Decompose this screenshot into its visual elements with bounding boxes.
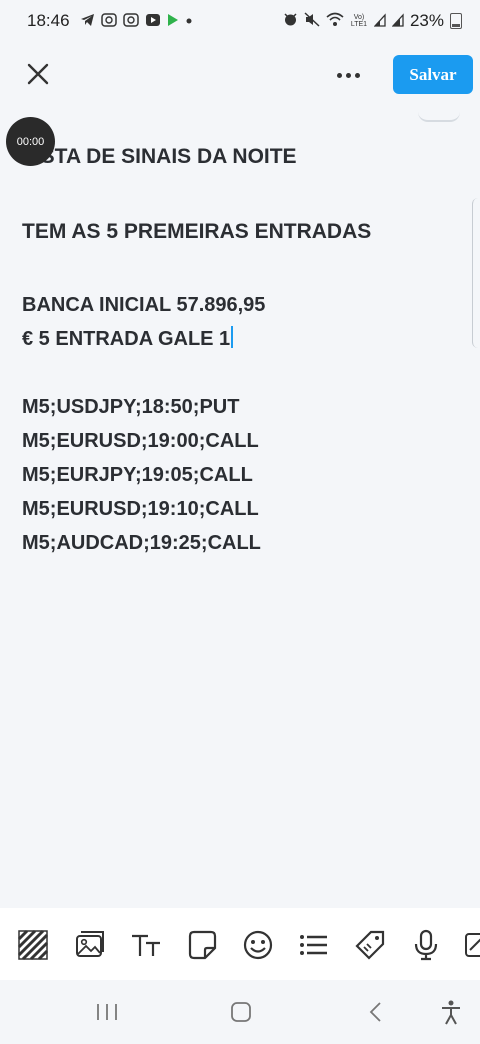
- emoji-icon[interactable]: [241, 928, 275, 962]
- status-left: 18:46: [27, 11, 193, 31]
- signal-line: M5;EURUSD;19:00;CALL: [22, 430, 259, 452]
- pattern-icon[interactable]: [16, 928, 50, 962]
- signal-line: M5;EURJPY;19:05;CALL: [22, 464, 253, 486]
- drawing-icon[interactable]: [462, 928, 480, 962]
- note-subtitle: TEM AS 5 PREMEIRAS ENTRADAS: [22, 220, 372, 243]
- signal-line: M5;EURUSD;19:10;CALL: [22, 498, 259, 520]
- more-options-button[interactable]: [332, 64, 364, 86]
- status-right: Vo) LTE1 23%: [283, 11, 462, 31]
- youtube-icon: [145, 13, 161, 30]
- signal-icon: [391, 12, 404, 30]
- signal-line: M5;USDJPY;18:50;PUT: [22, 396, 240, 418]
- close-button[interactable]: [22, 58, 54, 90]
- list-icon[interactable]: [297, 928, 331, 962]
- save-button[interactable]: Salvar: [393, 55, 473, 94]
- scroll-indicator[interactable]: [472, 198, 480, 348]
- accessibility-icon[interactable]: [436, 998, 466, 1026]
- navigation-bar: [0, 980, 480, 1044]
- youtube-icon: [100, 12, 117, 30]
- tag-icon[interactable]: [353, 928, 387, 962]
- dot-icon: [185, 13, 193, 30]
- wifi-icon: [326, 12, 344, 30]
- app-bar: Salvar: [0, 50, 480, 100]
- note-editor[interactable]: LISTA DE SINAIS DA NOITE TEM AS 5 PREMEI…: [22, 140, 442, 560]
- drag-handle[interactable]: [418, 112, 460, 122]
- info-line-bank: BANCA INICIAL 57.896,95: [22, 294, 266, 316]
- battery-percent: 23%: [409, 11, 444, 30]
- close-icon: [27, 63, 49, 85]
- play-store-icon: [167, 13, 179, 30]
- info-line-entry: € 5 ENTRADA GALE 1: [22, 322, 442, 356]
- status-bar: 18:46 Vo) LTE1 23%: [0, 0, 480, 42]
- battery-icon: [450, 13, 462, 29]
- recording-timer-bubble[interactable]: 00:00: [6, 117, 55, 166]
- more-dot: [336, 72, 342, 78]
- info-line-entry-text: € 5 ENTRADA GALE 1: [22, 328, 231, 350]
- text-format-icon[interactable]: [129, 928, 163, 962]
- image-icon[interactable]: [73, 928, 107, 962]
- more-dot: [345, 72, 351, 78]
- volte-icon: Vo) LTE1: [350, 14, 368, 28]
- signal-icon: [373, 12, 386, 30]
- mute-icon: [304, 12, 320, 30]
- status-time: 18:46: [27, 11, 70, 30]
- more-dot: [354, 72, 360, 78]
- text-cursor: [231, 326, 234, 348]
- back-icon[interactable]: [361, 998, 391, 1026]
- formatting-toolbar: [0, 908, 480, 980]
- telegram-icon: [80, 13, 95, 30]
- note-title: LISTA DE SINAIS DA NOITE: [22, 145, 297, 168]
- recent-apps-icon[interactable]: [92, 998, 122, 1026]
- microphone-icon[interactable]: [409, 928, 443, 962]
- home-icon[interactable]: [226, 998, 256, 1026]
- sticker-icon[interactable]: [185, 928, 219, 962]
- alarm-icon: [283, 12, 298, 30]
- signal-line: M5;AUDCAD;19:25;CALL: [22, 532, 261, 554]
- youtube-icon: [122, 12, 139, 30]
